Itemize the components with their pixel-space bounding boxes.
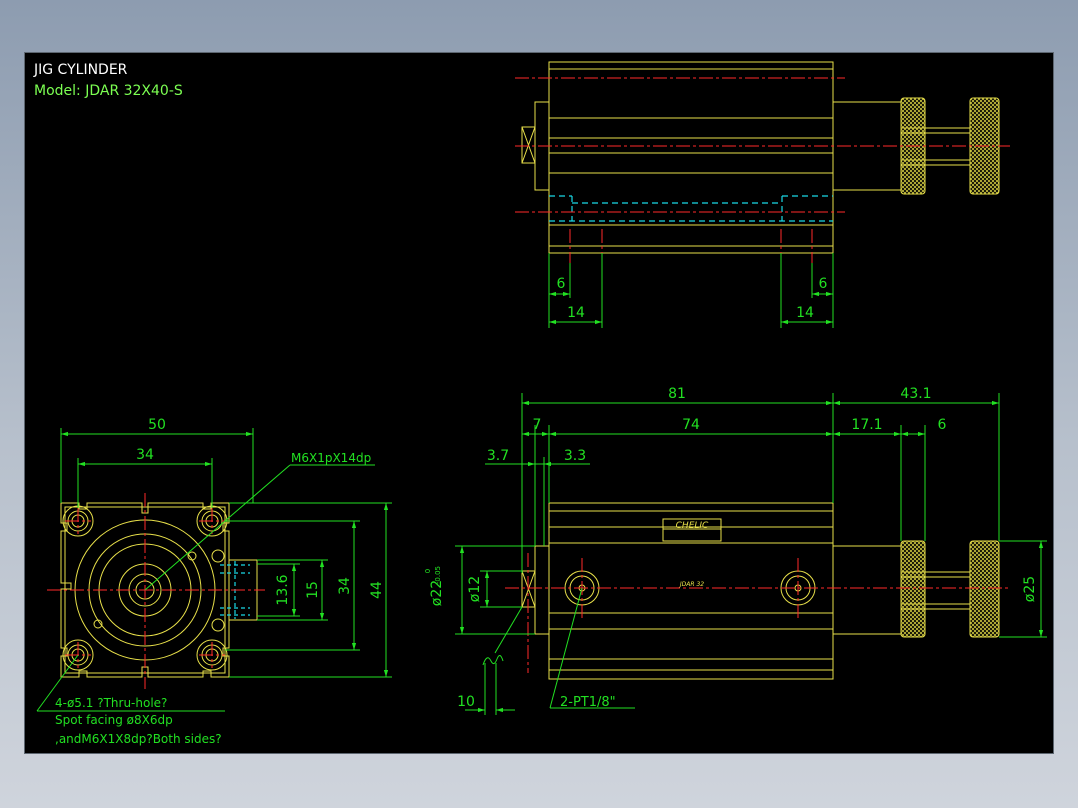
- side-dim-50: 50: [148, 417, 166, 433]
- brand-label-text: CHELIC: [676, 521, 709, 531]
- holes-callout-line1: 4-ø5.1 ?Thru-hole?: [55, 696, 167, 710]
- front-view-knurl-nut-1: [900, 540, 926, 638]
- front-view: CHELIC JDAR 32 81 43.1 7 74 17.1 6 3.7 3…: [424, 386, 1047, 715]
- top-dim-6-left: 6: [557, 276, 566, 292]
- drawing-title: JIG CYLINDER: [33, 62, 128, 78]
- side-dim-13-6: 13.6: [275, 574, 291, 605]
- front-dim-dia12: ø12: [467, 576, 483, 602]
- holes-callout-line2: Spot facing ø8X6dp: [55, 713, 173, 727]
- top-dim-6-right: 6: [819, 276, 828, 292]
- front-dim-10: 10: [457, 694, 475, 710]
- front-view-knurl-nut-2: [969, 540, 1000, 638]
- front-dim-43-1: 43.1: [900, 386, 931, 402]
- front-port-callout: 2-PT1/8": [560, 695, 616, 710]
- front-dim-3-3: 3.3: [564, 448, 586, 464]
- cad-drawing-canvas: JIG CYLINDER Model: JDAR 32X40-S 6 14 14…: [25, 53, 1053, 753]
- front-dim-7: 7: [533, 417, 542, 433]
- front-dim-dia22-tol-bottom: -0.05: [434, 566, 442, 584]
- holes-callout-line3: ,andM6X1X8dp?Both sides?: [55, 732, 222, 746]
- top-dim-14-right: 14: [796, 305, 814, 321]
- front-dim-6: 6: [938, 417, 947, 433]
- drawing-model: Model: JDAR 32X40-S: [34, 83, 183, 99]
- front-dim-dia22-tol-top: 0: [424, 569, 432, 573]
- side-dim-15: 15: [305, 581, 321, 599]
- front-dim-17-1: 17.1: [851, 417, 882, 433]
- top-view-body: [548, 61, 834, 254]
- cad-drawing: JIG CYLINDER Model: JDAR 32X40-S 6 14 14…: [33, 61, 1047, 746]
- top-view: 6 14 14 6: [515, 61, 1010, 328]
- thread-callout: M6X1pX14dp: [291, 451, 371, 465]
- side-dim-44: 44: [369, 581, 385, 599]
- top-dim-14-left: 14: [567, 305, 585, 321]
- side-dim-34-right: 34: [337, 577, 353, 595]
- front-dim-74: 74: [682, 417, 700, 433]
- front-dim-3-7: 3.7: [487, 448, 509, 464]
- front-dim-81: 81: [668, 386, 686, 402]
- side-view: 50 34 13.6 15 34 44 M6X1pX14dp 4-ø5.1 ?T…: [36, 417, 392, 746]
- front-dim-dia25: ø25: [1022, 576, 1038, 602]
- front-view-rod: [832, 545, 902, 635]
- model-engraving: JDAR 32: [679, 581, 704, 588]
- side-dim-34-top: 34: [136, 447, 154, 463]
